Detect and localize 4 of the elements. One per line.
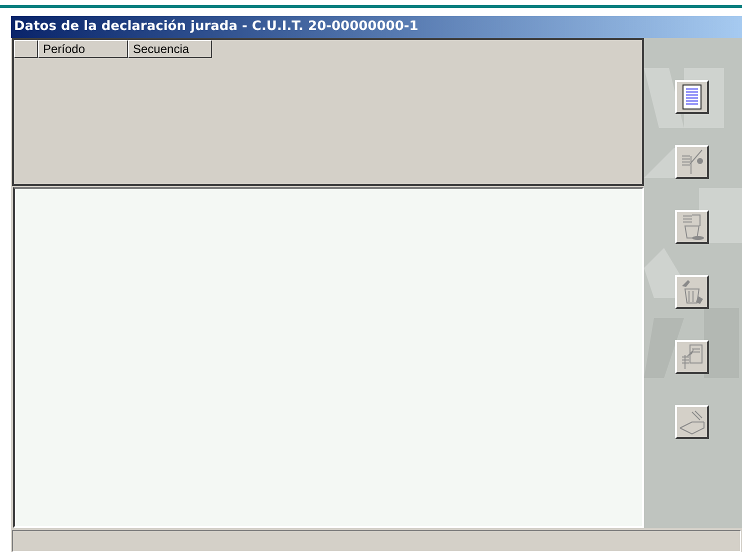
window-title: Datos de la declaración jurada - C.U.I.T. 20-00000000-1 <box>11 16 742 38</box>
column-header[interactable]: Período <box>38 40 128 58</box>
column-header[interactable]: Secuencia <box>128 40 212 58</box>
toolbar-button[interactable] <box>675 80 709 114</box>
